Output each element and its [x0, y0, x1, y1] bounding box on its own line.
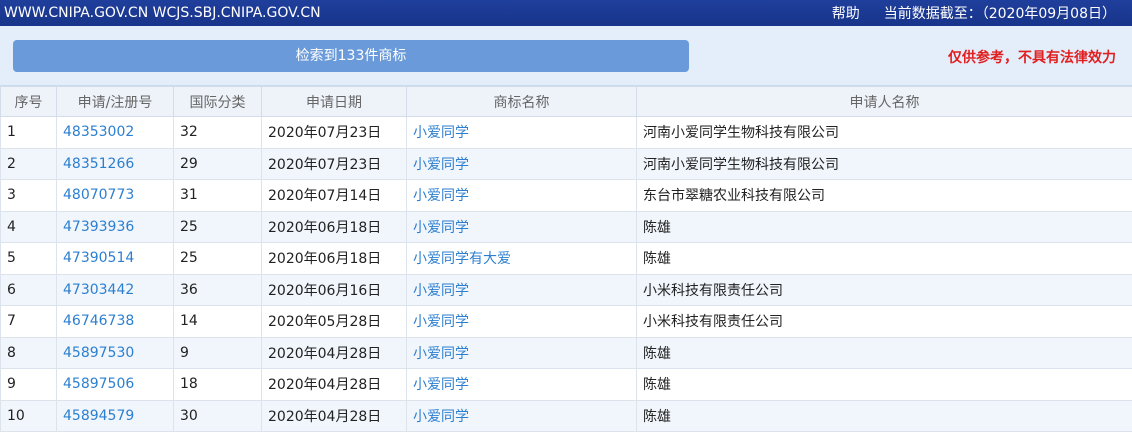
row-number: 3	[0, 179, 57, 212]
registration-number-link[interactable]: 47303442	[56, 273, 174, 306]
table-row: 1 48353002 32 2020年07月23日 小爱同学 河南小爱同学生物科技有限公司	[0, 116, 1132, 149]
row-number: 4	[0, 210, 57, 243]
header-applicant: 申请人名称	[636, 86, 1132, 117]
row-number: 9	[0, 368, 57, 401]
applicant-cell: 小米科技有限责任公司	[636, 305, 1132, 338]
applicant-cell: 陈雄	[636, 336, 1132, 369]
date-cell: 2020年07月23日	[261, 147, 407, 180]
class-cell: 36	[173, 273, 262, 306]
registration-number-link[interactable]: 45897506	[56, 368, 174, 401]
trademark-name-link[interactable]: 小爱同学	[406, 179, 637, 212]
date-cell: 2020年04月28日	[261, 336, 407, 369]
date-cell: 2020年06月18日	[261, 210, 407, 243]
row-number: 8	[0, 336, 57, 369]
row-number: 10	[0, 399, 57, 432]
table-header-row: 序号 申请/注册号 国际分类 申请日期 商标名称 申请人名称	[0, 86, 1132, 117]
date-cell: 2020年07月14日	[261, 179, 407, 212]
registration-number-link[interactable]: 45894579	[56, 399, 174, 432]
registration-number-link[interactable]: 48070773	[56, 179, 174, 212]
table-row: 6 47303442 36 2020年06月16日 小爱同学 小米科技有限责任公司	[0, 273, 1132, 306]
table-row: 9 45897506 18 2020年04月28日 小爱同学 陈雄	[0, 368, 1132, 401]
class-cell: 29	[173, 147, 262, 180]
row-number: 1	[0, 116, 57, 149]
header-no: 序号	[0, 86, 57, 117]
date-cell: 2020年04月28日	[261, 399, 407, 432]
registration-number-link[interactable]: 48351266	[56, 147, 174, 180]
applicant-cell: 陈雄	[636, 368, 1132, 401]
table-row: 3 48070773 31 2020年07月14日 小爱同学 东台市翠糖农业科技有限公司	[0, 179, 1132, 212]
trademark-name-link[interactable]: 小爱同学	[406, 336, 637, 369]
header-reg-no: 申请/注册号	[56, 86, 174, 117]
registration-number-link[interactable]: 47390514	[56, 242, 174, 275]
registration-number-link[interactable]: 48353002	[56, 116, 174, 149]
class-cell: 14	[173, 305, 262, 338]
date-cell: 2020年06月18日	[261, 242, 407, 275]
site-url: WWW.CNIPA.GOV.CN WCJS.SBJ.CNIPA.GOV.CN	[4, 5, 321, 21]
applicant-cell: 河南小爱同学生物科技有限公司	[636, 147, 1132, 180]
trademark-name-link[interactable]: 小爱同学	[406, 368, 637, 401]
trademark-name-link[interactable]: 小爱同学	[406, 116, 637, 149]
header-date: 申请日期	[261, 86, 407, 117]
row-number: 5	[0, 242, 57, 275]
applicant-cell: 东台市翠糖农业科技有限公司	[636, 179, 1132, 212]
trademark-name-link[interactable]: 小爱同学	[406, 305, 637, 338]
table-row: 5 47390514 25 2020年06月18日 小爱同学有大爱 陈雄	[0, 242, 1132, 275]
applicant-cell: 陈雄	[636, 399, 1132, 432]
trademark-name-link[interactable]: 小爱同学	[406, 147, 637, 180]
top-bar-right: 帮助 当前数据截至：（2020年09月08日）	[832, 3, 1116, 23]
search-result-bar: 检索到133件商标 仅供参考，不具有法律效力	[0, 26, 1132, 86]
class-cell: 32	[173, 116, 262, 149]
class-cell: 25	[173, 242, 262, 275]
class-cell: 25	[173, 210, 262, 243]
applicant-cell: 小米科技有限责任公司	[636, 273, 1132, 306]
table-row: 2 48351266 29 2020年07月23日 小爱同学 河南小爱同学生物科技有限公司	[0, 147, 1132, 180]
table-row: 7 46746738 14 2020年05月28日 小爱同学 小米科技有限责任公司	[0, 305, 1132, 338]
header-class: 国际分类	[173, 86, 262, 117]
table-row: 8 45897530 9 2020年04月28日 小爱同学 陈雄	[0, 336, 1132, 369]
class-cell: 18	[173, 368, 262, 401]
trademark-name-link[interactable]: 小爱同学有大爱	[406, 242, 637, 275]
date-cell: 2020年07月23日	[261, 116, 407, 149]
table-row: 10 45894579 30 2020年04月28日 小爱同学 陈雄	[0, 399, 1132, 432]
applicant-cell: 陈雄	[636, 210, 1132, 243]
date-cell: 2020年05月28日	[261, 305, 407, 338]
row-number: 6	[0, 273, 57, 306]
help-link[interactable]: 帮助	[832, 3, 860, 23]
trademark-name-link[interactable]: 小爱同学	[406, 273, 637, 306]
class-cell: 31	[173, 179, 262, 212]
registration-number-link[interactable]: 45897530	[56, 336, 174, 369]
top-bar: WWW.CNIPA.GOV.CN WCJS.SBJ.CNIPA.GOV.CN 帮…	[0, 0, 1132, 26]
trademark-name-link[interactable]: 小爱同学	[406, 210, 637, 243]
class-cell: 9	[173, 336, 262, 369]
registration-number-link[interactable]: 46746738	[56, 305, 174, 338]
registration-number-link[interactable]: 47393936	[56, 210, 174, 243]
result-count-button[interactable]: 检索到133件商标	[13, 40, 689, 72]
applicant-cell: 河南小爱同学生物科技有限公司	[636, 116, 1132, 149]
row-number: 2	[0, 147, 57, 180]
disclaimer-text: 仅供参考，不具有法律效力	[948, 50, 1116, 66]
trademark-table: 序号 申请/注册号 国际分类 申请日期 商标名称 申请人名称 1 48353002…	[0, 86, 1132, 432]
data-as-of: 当前数据截至：（2020年09月08日）	[883, 6, 1116, 22]
table-row: 4 47393936 25 2020年06月18日 小爱同学 陈雄	[0, 210, 1132, 243]
table-body: 1 48353002 32 2020年07月23日 小爱同学 河南小爱同学生物科技有限公司…	[0, 116, 1132, 432]
date-cell: 2020年06月16日	[261, 273, 407, 306]
trademark-name-link[interactable]: 小爱同学	[406, 399, 637, 432]
row-number: 7	[0, 305, 57, 338]
applicant-cell: 陈雄	[636, 242, 1132, 275]
date-cell: 2020年04月28日	[261, 368, 407, 401]
header-trademark-name: 商标名称	[406, 86, 637, 117]
class-cell: 30	[173, 399, 262, 432]
